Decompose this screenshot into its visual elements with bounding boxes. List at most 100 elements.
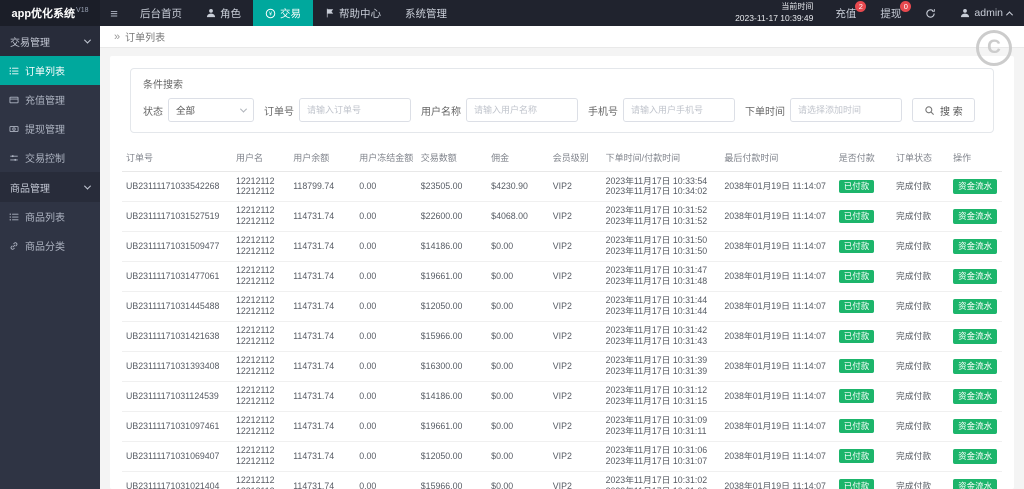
sidebar-item-label: 交易控制 [25, 154, 65, 165]
fund-flow-button[interactable]: 资金流水 [953, 418, 998, 434]
cell-username: 1221211212212112 [232, 441, 290, 472]
cell-status: 完成付款 [891, 171, 950, 202]
cell-frozen: 0.00 [355, 321, 417, 352]
cell-action: 资金流水 [949, 291, 1002, 322]
username-input[interactable] [466, 98, 578, 122]
cell-balance: 114731.74 [289, 291, 356, 322]
cell-balance: 114731.74 [289, 381, 356, 412]
cell-commission: $0.00 [487, 231, 549, 262]
username-field: 用户名称 [421, 98, 578, 122]
fund-flow-button[interactable]: 资金流水 [953, 269, 998, 284]
app-version: V18 [76, 6, 89, 14]
cell-frozen: 0.00 [355, 201, 417, 232]
cell-paid: 已付款 [834, 291, 892, 322]
order-no-input[interactable] [299, 98, 411, 122]
fund-flow-button[interactable]: 资金流水 [953, 179, 998, 194]
cell-order-no: UB23111171031421638 [122, 321, 232, 352]
sidebar-item-product-list[interactable]: 商品列表 [0, 202, 100, 231]
cell-amount: $16300.00 [416, 351, 488, 382]
menu-item-label: 系统管理 [405, 7, 447, 20]
cell-status: 完成付款 [891, 441, 950, 472]
column-header: 用户冻结金额 [355, 144, 417, 172]
withdraw-link[interactable]: 提现 0 [868, 0, 913, 26]
user-menu[interactable]: admin [948, 0, 1024, 26]
sidebar-item-trade-control[interactable]: 交易控制 [0, 143, 100, 172]
sidebar-item-orders[interactable]: 订单列表 [0, 56, 100, 85]
status-select[interactable]: 全部 [168, 98, 254, 122]
paid-badge: 已付款 [838, 299, 875, 314]
menu-item-trade[interactable]: ¥ 交易 [253, 0, 313, 26]
cell-balance: 118799.74 [289, 171, 356, 202]
search-button[interactable]: 搜 索 [912, 98, 975, 122]
sidebar-group-label: 商品管理 [10, 183, 50, 195]
cell-last-pay-time: 2038年01月19日 11:14:07 [720, 441, 835, 472]
cell-amount: $19661.00 [416, 411, 488, 442]
fund-flow-button[interactable]: 资金流水 [953, 239, 998, 254]
breadcrumb-arrow-icon: » [114, 30, 121, 43]
paid-badge: 已付款 [838, 449, 875, 464]
cell-level: VIP2 [548, 261, 602, 292]
sidebar-item-recharge[interactable]: 充值管理 [0, 85, 100, 114]
order-no-label: 订单号 [264, 106, 294, 118]
role-icon [206, 8, 216, 18]
cell-last-pay-time: 2038年01月19日 11:14:07 [720, 231, 835, 262]
cell-frozen: 0.00 [355, 441, 417, 472]
chevron-up-icon [1005, 10, 1014, 18]
fund-flow-button[interactable]: 资金流水 [953, 388, 998, 404]
menu-item-roles[interactable]: 角色 [194, 0, 253, 26]
paid-badge: 已付款 [838, 239, 875, 254]
cell-order-pay-time: 2023年11月17日 10:31:52 2023年11月17日 10:31:52 [601, 201, 721, 232]
column-header: 下单时间/付款时间 [601, 144, 721, 172]
search-form: 状态 全部 订单号 用户名称 手机号 [143, 98, 981, 122]
column-header: 交易数额 [416, 144, 488, 172]
search-panel: 条件搜索 状态 全部 订单号 用户名称 手 [130, 68, 994, 133]
cell-order-no: UB23111171031527519 [122, 201, 232, 232]
cell-username: 1221211212212112 [232, 471, 290, 489]
menu-item-system[interactable]: 系统管理 [393, 0, 459, 26]
cell-paid: 已付款 [834, 171, 892, 202]
fund-flow-button[interactable]: 资金流水 [953, 209, 998, 224]
cell-balance: 114731.74 [289, 201, 356, 232]
table-row: UB23111171031069407 12212112 12212112 11473… [122, 441, 1002, 472]
cell-amount: $12050.00 [416, 291, 488, 322]
cell-username: 1221211212212112 [232, 231, 290, 262]
recharge-link[interactable]: 充值 2 [823, 0, 868, 26]
cell-frozen: 0.00 [355, 291, 417, 322]
sidebar-group-products[interactable]: 商品管理 [0, 172, 100, 202]
refresh-button[interactable] [913, 0, 948, 26]
sidebar-group-label: 交易管理 [10, 37, 50, 49]
fund-flow-button[interactable]: 资金流水 [953, 329, 998, 344]
orders-table-head-row: 订单号 用户名 用户余额 用户冻结金额 交易数额 佣金 会员级别 下单时间/付款时间 最后付款时… [122, 144, 1002, 172]
cell-frozen: 0.00 [355, 381, 417, 412]
sidebar-group-trade[interactable]: 交易管理 [0, 26, 100, 56]
cell-frozen: 0.00 [355, 261, 417, 292]
phone-input[interactable] [623, 98, 735, 122]
cell-balance: 114731.74 [289, 231, 356, 262]
phone-field: 手机号 [588, 98, 735, 122]
sidebar-item-withdraw[interactable]: 提现管理 [0, 114, 100, 143]
cell-status: 完成付款 [891, 291, 950, 322]
cell-action: 资金流水 [949, 261, 1002, 292]
sidebar-toggle-button[interactable]: ≡ [100, 0, 128, 26]
refresh-icon [925, 8, 936, 19]
cell-action: 资金流水 [949, 321, 1002, 352]
current-time: 当前时间 2023-11-17 10:39:49 [725, 0, 823, 26]
cell-order-pay-time: 2023年11月17日 10:31:44 2023年11月17日 10:31:44 [601, 291, 721, 322]
menu-item-label: 帮助中心 [339, 7, 381, 20]
cell-commission: $0.00 [487, 441, 549, 472]
cell-status: 完成付款 [891, 321, 950, 352]
column-header: 最后付款时间 [720, 144, 835, 172]
order-time-input[interactable] [790, 98, 902, 122]
menu-item-home[interactable]: 后台首页 [128, 0, 194, 26]
sidebar-item-product-category[interactable]: 商品分类 [0, 231, 100, 260]
fund-flow-button[interactable]: 资金流水 [953, 358, 998, 374]
cell-action: 资金流水 [949, 471, 1002, 489]
cell-username: 1221211212212112 [232, 411, 290, 442]
cell-order-no: UB23111171031069407 [122, 441, 232, 472]
fund-flow-button[interactable]: 资金流水 [953, 448, 998, 464]
cell-status: 完成付款 [891, 351, 950, 382]
fund-flow-button[interactable]: 资金流水 [953, 299, 998, 314]
menu-item-help[interactable]: 帮助中心 [313, 0, 393, 26]
fund-flow-button[interactable]: 资金流水 [953, 478, 998, 489]
watermark-letter: C [987, 37, 1001, 58]
